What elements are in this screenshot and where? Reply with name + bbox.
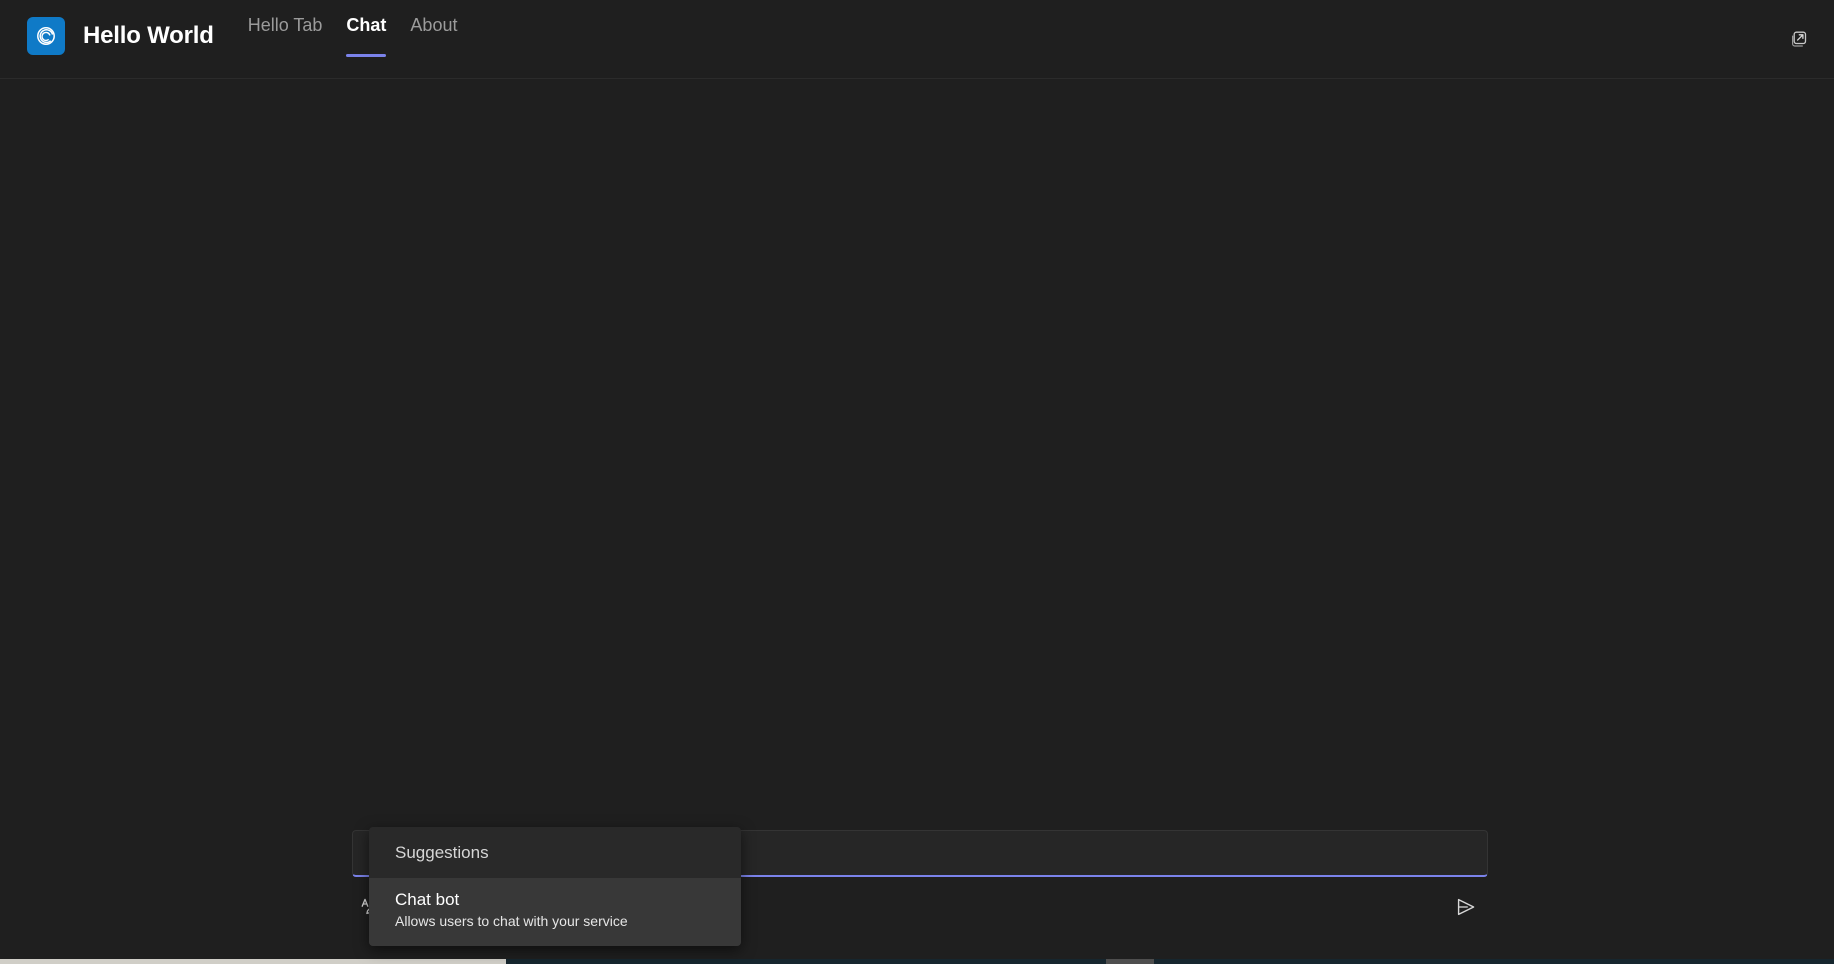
suggestions-title: Suggestions xyxy=(395,843,489,862)
teams-app-window: Hello World Hello Tab Chat About Suggest… xyxy=(0,0,1834,964)
suggestion-item-chat-bot[interactable]: Chat bot Allows users to chat with your … xyxy=(369,878,741,946)
app-title: Hello World xyxy=(83,22,214,49)
open-in-new-window-icon[interactable] xyxy=(1786,26,1812,52)
send-icon[interactable] xyxy=(1448,889,1484,925)
tab-label: Hello Tab xyxy=(247,15,323,35)
window-bottom-strip xyxy=(0,959,1834,964)
tab-bar: Hello Tab Chat About xyxy=(236,3,470,69)
strip-segment xyxy=(0,959,506,964)
tab-active-underline xyxy=(346,54,387,57)
app-header: Hello World Hello Tab Chat About xyxy=(0,0,1834,79)
app-header-inner: Hello World Hello Tab Chat About xyxy=(27,0,469,66)
suggestion-item-description: Allows users to chat with your service xyxy=(395,913,628,929)
strip-segment xyxy=(1106,959,1154,964)
chat-message-area: Suggestions Chat bot Allows users to cha… xyxy=(0,79,1834,964)
tab-hello-tab[interactable]: Hello Tab xyxy=(236,3,335,69)
suggestion-item-title: Chat bot xyxy=(395,890,460,909)
tab-label: Chat xyxy=(346,15,387,35)
app-logo-swirl-icon xyxy=(27,17,65,55)
strip-segment xyxy=(1154,959,1834,964)
compose-area: GIF xyxy=(0,830,1834,950)
suggestions-popup: Suggestions Chat bot Allows users to cha… xyxy=(369,827,741,946)
tab-about[interactable]: About xyxy=(398,3,469,69)
tab-label: About xyxy=(410,15,458,35)
tab-chat[interactable]: Chat xyxy=(334,3,398,69)
strip-segment xyxy=(506,959,1106,964)
